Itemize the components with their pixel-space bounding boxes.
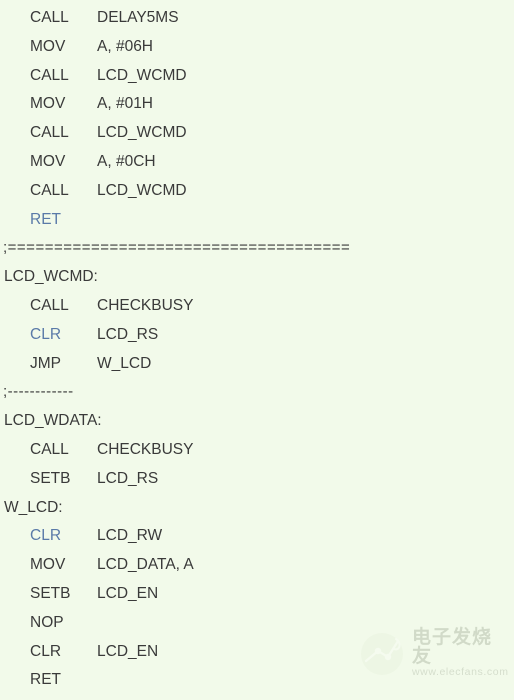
code-line-instruction: MOV A, #06H bbox=[0, 33, 514, 62]
instruction-operand: LCD_RS bbox=[97, 325, 159, 343]
code-line-label: LCD_WCMD: bbox=[4, 268, 98, 286]
instruction-operand: LCD_EN bbox=[97, 642, 159, 660]
code-line-instruction: JMP W_LCD bbox=[0, 350, 514, 379]
instruction-mnemonic: CALL bbox=[30, 66, 69, 84]
code-line-instruction: CALL LCD_WCMD bbox=[0, 62, 514, 91]
code-line-label: W_LCD: bbox=[4, 498, 63, 516]
instruction-mnemonic: JMP bbox=[30, 354, 61, 372]
instruction-mnemonic: NOP bbox=[30, 613, 64, 631]
code-line-label: LCD_WDATA: bbox=[4, 412, 102, 430]
instruction-mnemonic: SETB bbox=[30, 469, 71, 487]
code-line-instruction: CALL LCD_WCMD bbox=[0, 177, 514, 206]
instruction-operand: LCD_WCMD bbox=[97, 124, 187, 142]
code-line-instruction: CALL CHECKBUSY bbox=[0, 436, 514, 465]
instruction-mnemonic: SETB bbox=[30, 584, 71, 602]
code-listing: CALL DELAY5MS MOV A, #06H CALL LCD_WCMD MOV A, … bbox=[0, 0, 514, 700]
code-line-instruction: CLR LCD_RS bbox=[0, 321, 514, 350]
code-line-instruction: CLR LCD_EN bbox=[0, 638, 514, 667]
instruction-mnemonic: CLR bbox=[30, 527, 62, 545]
instruction-mnemonic: CALL bbox=[30, 440, 69, 458]
instruction-mnemonic: RET bbox=[30, 210, 61, 228]
code-line-instruction: MOV LCD_DATA, A bbox=[0, 551, 514, 580]
instruction-operand: CHECKBUSY bbox=[97, 296, 194, 314]
instruction-mnemonic: CALL bbox=[30, 124, 69, 142]
instruction-operand: LCD_RW bbox=[97, 527, 163, 545]
code-line-comment-separator: ;===================================== bbox=[3, 239, 351, 257]
instruction-mnemonic: MOV bbox=[30, 95, 66, 113]
code-line-instruction: CALL CHECKBUSY bbox=[0, 292, 514, 321]
instruction-mnemonic: CLR bbox=[30, 642, 62, 660]
instruction-operand: A, #0CH bbox=[97, 152, 156, 170]
code-line-instruction: CALL DELAY5MS bbox=[0, 4, 514, 33]
instruction-operand: LCD_EN bbox=[97, 584, 159, 602]
instruction-operand: LCD_WCMD bbox=[97, 181, 187, 199]
instruction-operand: LCD_DATA, A bbox=[97, 556, 194, 574]
code-line-comment-separator: ;------------ bbox=[3, 383, 74, 401]
instruction-operand: W_LCD bbox=[97, 354, 152, 372]
instruction-mnemonic: CALL bbox=[30, 181, 69, 199]
code-line-instruction: RET bbox=[0, 666, 514, 695]
code-line-instruction: SETB LCD_EN bbox=[0, 580, 514, 609]
instruction-mnemonic: CLR bbox=[30, 325, 62, 343]
instruction-mnemonic: MOV bbox=[30, 152, 66, 170]
code-line-instruction: CLR LCD_RW bbox=[0, 522, 514, 551]
instruction-operand: CHECKBUSY bbox=[97, 440, 194, 458]
instruction-operand: LCD_WCMD bbox=[97, 66, 187, 84]
code-line-instruction: NOP bbox=[0, 609, 514, 638]
code-line-instruction: MOV A, #01H bbox=[0, 90, 514, 119]
code-line-instruction: CALL LCD_WCMD bbox=[0, 119, 514, 148]
code-line-instruction: RET bbox=[0, 206, 514, 235]
code-line-instruction: SETB LCD_RS bbox=[0, 465, 514, 494]
instruction-mnemonic: RET bbox=[30, 671, 61, 689]
code-line-instruction: MOV A, #0CH bbox=[0, 148, 514, 177]
instruction-mnemonic: CALL bbox=[30, 9, 69, 26]
instruction-operand: DELAY5MS bbox=[97, 9, 179, 26]
instruction-operand: LCD_RS bbox=[97, 469, 159, 487]
instruction-operand: A, #01H bbox=[97, 95, 154, 113]
instruction-mnemonic: MOV bbox=[30, 556, 66, 574]
instruction-mnemonic: MOV bbox=[30, 37, 66, 55]
instruction-mnemonic: CALL bbox=[30, 296, 69, 314]
instruction-operand: A, #06H bbox=[97, 37, 154, 55]
